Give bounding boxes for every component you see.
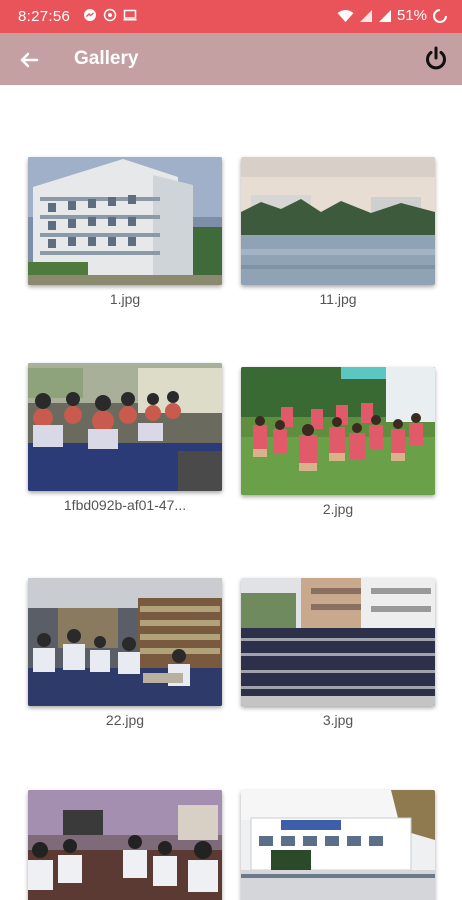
gallery-thumbnail [241,578,435,706]
gallery-thumbnail [241,157,435,285]
whatsapp-icon [103,8,117,22]
power-button[interactable] [422,45,450,73]
gallery-thumbnail [241,790,435,900]
gallery-item-name: 2.jpg [322,501,354,517]
gallery-grid: 1.jpg 11.jpg 1fbd092b-af01-47... 2.jpg 2… [0,85,462,900]
gallery-item[interactable] [241,790,435,900]
signal-icon [359,9,372,22]
screen-icon [123,9,137,21]
gallery-thumbnail [28,157,222,285]
back-button[interactable] [16,47,42,73]
gallery-item[interactable] [28,790,222,900]
battery-icon [433,8,448,23]
gallery-thumbnail [28,363,222,491]
page-title: Gallery [74,48,139,69]
gallery-item-name: 3.jpg [322,712,354,728]
messenger-icon [84,9,96,21]
gallery-thumbnail [28,790,222,900]
battery-percent: 51% [396,7,427,24]
app-bar: Gallery [0,33,462,85]
system-icons: 51% [337,7,448,24]
status-bar: 8:27:56 51% [0,0,462,33]
signal-icon [378,9,391,22]
gallery-item[interactable]: 1.jpg [28,157,222,307]
gallery-item-name: 11.jpg [319,291,357,307]
gallery-thumbnail [241,367,435,495]
gallery-item[interactable]: 1fbd092b-af01-47... [28,363,222,513]
gallery-thumbnail [28,578,222,706]
notification-icons [83,8,137,22]
status-time: 8:27:56 [18,8,71,25]
gallery-item-name: 1fbd092b-af01-47... [63,497,187,513]
gallery-item[interactable]: 22.jpg [28,578,222,728]
wifi-icon [337,9,354,22]
gallery-item[interactable]: 3.jpg [241,578,435,728]
gallery-item[interactable]: 11.jpg [241,157,435,307]
gallery-item-name: 1.jpg [109,291,141,307]
gallery-item[interactable]: 2.jpg [241,367,435,517]
gallery-item-name: 22.jpg [105,712,145,728]
